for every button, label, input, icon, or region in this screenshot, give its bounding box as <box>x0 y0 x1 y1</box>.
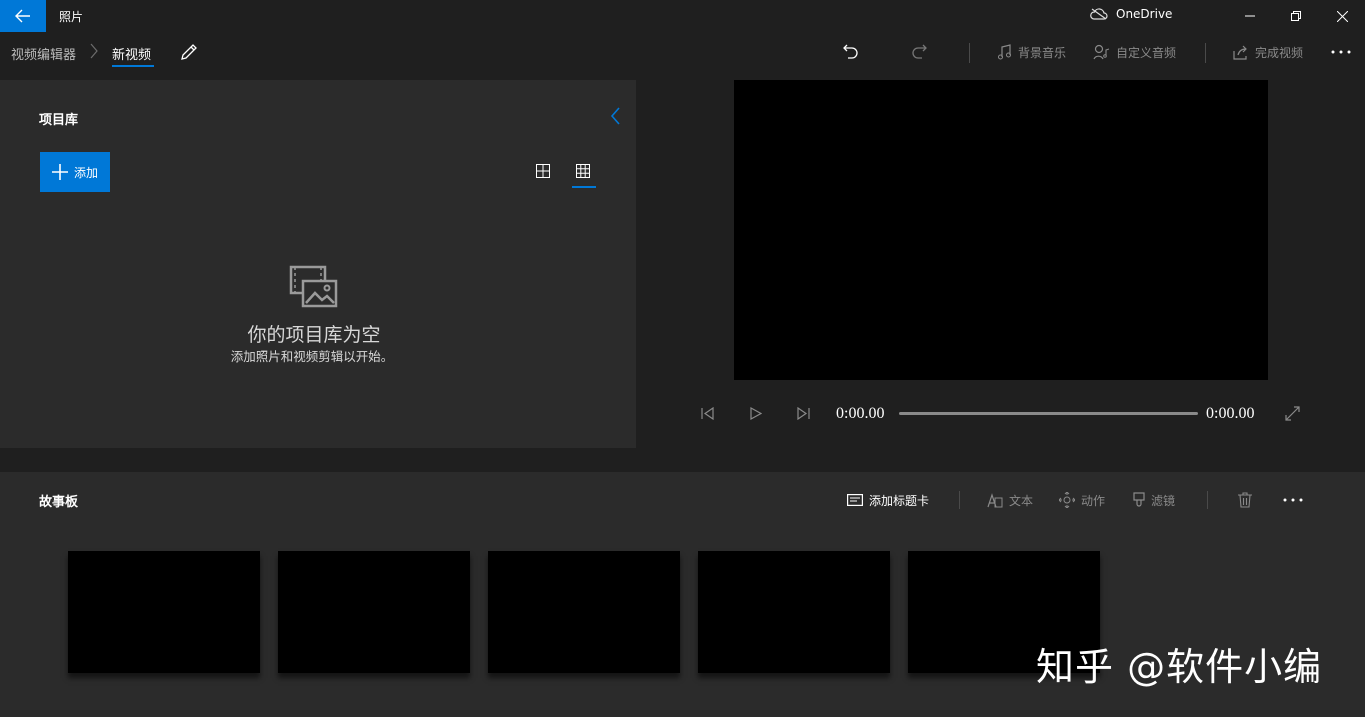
more-horizontal-icon <box>1331 50 1351 54</box>
delete-button[interactable] <box>1238 490 1252 510</box>
trash-icon <box>1238 492 1252 508</box>
filters-button[interactable]: 滤镜 <box>1133 490 1175 510</box>
edit-title-button[interactable] <box>180 43 198 61</box>
fullscreen-button[interactable] <box>1285 406 1300 421</box>
storyboard-slot[interactable] <box>488 551 680 673</box>
step-back-icon <box>701 407 714 420</box>
seek-bar[interactable] <box>899 412 1198 415</box>
background-music-label: 背景音乐 <box>1018 45 1067 60</box>
share-icon <box>1233 45 1247 60</box>
add-media-label: 添加 <box>73 165 98 180</box>
title-card-icon <box>847 494 863 506</box>
more-options-button[interactable] <box>1331 41 1351 63</box>
motion-button[interactable]: 动作 <box>1059 490 1105 510</box>
grid-small-icon <box>576 164 590 178</box>
collapse-library-button[interactable] <box>609 107 621 125</box>
undo-icon <box>843 44 858 59</box>
current-time: 0:00.00 <box>836 405 885 422</box>
storyboard-slot[interactable] <box>278 551 470 673</box>
chevron-left-icon <box>610 107 620 125</box>
onedrive-label: OneDrive <box>1116 7 1173 21</box>
next-frame-button[interactable] <box>797 407 810 420</box>
background-music-button[interactable]: 背景音乐 <box>997 41 1066 63</box>
undo-button[interactable] <box>843 41 859 63</box>
custom-audio-button[interactable]: 自定义音频 <box>1093 41 1176 63</box>
person-audio-icon <box>1093 44 1110 60</box>
empty-library-icon <box>289 265 339 309</box>
play-button[interactable] <box>750 407 762 420</box>
cloud-off-icon <box>1090 8 1108 20</box>
text-icon <box>987 492 1003 507</box>
breadcrumb-root[interactable]: 视频编辑器 <box>11 44 76 63</box>
minimize-button[interactable] <box>1227 0 1273 32</box>
project-library-title: 项目库 <box>39 113 79 128</box>
text-label: 文本 <box>1009 493 1034 508</box>
arrow-left-icon <box>15 9 30 23</box>
previous-frame-button[interactable] <box>701 407 714 420</box>
back-button[interactable] <box>0 0 46 32</box>
empty-library-title: 你的项目库为空 <box>247 324 381 346</box>
pencil-icon <box>181 44 197 60</box>
close-button[interactable] <box>1319 0 1365 32</box>
breadcrumb-underline <box>112 65 154 67</box>
plus-icon <box>51 164 68 180</box>
project-library-panel <box>0 80 636 448</box>
onedrive-button[interactable]: OneDrive <box>1090 7 1172 21</box>
toolbar-divider <box>1205 43 1206 63</box>
storyboard-more-button[interactable] <box>1283 490 1303 510</box>
motion-label: 动作 <box>1081 493 1106 508</box>
play-icon <box>750 407 762 420</box>
watermark-text: 知乎 @软件小编 <box>1036 645 1323 689</box>
text-button[interactable]: 文本 <box>987 490 1033 510</box>
storyboard-title: 故事板 <box>39 495 79 510</box>
storyboard-slot[interactable] <box>698 551 890 673</box>
filters-label: 滤镜 <box>1151 493 1176 508</box>
step-forward-icon <box>797 407 810 420</box>
video-preview[interactable] <box>734 80 1268 380</box>
motion-icon <box>1059 492 1075 508</box>
empty-library-subtitle: 添加照片和视频剪辑以开始。 <box>230 349 394 364</box>
breadcrumb-current: 新视频 <box>112 48 152 63</box>
redo-button[interactable] <box>911 41 927 63</box>
finish-video-label: 完成视频 <box>1255 45 1304 60</box>
add-media-button[interactable]: 添加 <box>40 152 110 192</box>
custom-audio-label: 自定义音频 <box>1116 45 1177 60</box>
close-icon <box>1336 10 1348 22</box>
app-title: 照片 <box>59 10 84 24</box>
expand-icon <box>1285 406 1300 421</box>
add-title-card-label: 添加标题卡 <box>869 493 930 508</box>
grid-large-icon <box>536 164 550 178</box>
finish-video-button[interactable]: 完成视频 <box>1233 41 1303 63</box>
music-note-icon <box>998 44 1011 60</box>
redo-icon <box>912 44 927 59</box>
toolbar-divider <box>969 43 970 63</box>
view-selected-indicator <box>572 186 596 188</box>
more-horizontal-icon <box>1283 498 1303 502</box>
chevron-right-icon <box>90 43 98 59</box>
restore-icon <box>1291 11 1301 21</box>
brush-icon <box>1133 492 1145 507</box>
total-time: 0:00.00 <box>1206 405 1255 422</box>
add-title-card-button[interactable]: 添加标题卡 <box>847 490 929 510</box>
restore-button[interactable] <box>1273 0 1319 32</box>
storyboard-slot[interactable] <box>68 551 260 673</box>
small-thumbnails-view-button[interactable] <box>576 164 590 178</box>
large-thumbnails-view-button[interactable] <box>536 164 550 178</box>
toolbar-divider <box>1207 491 1208 509</box>
minimize-icon <box>1245 15 1255 17</box>
toolbar-divider <box>959 491 960 509</box>
